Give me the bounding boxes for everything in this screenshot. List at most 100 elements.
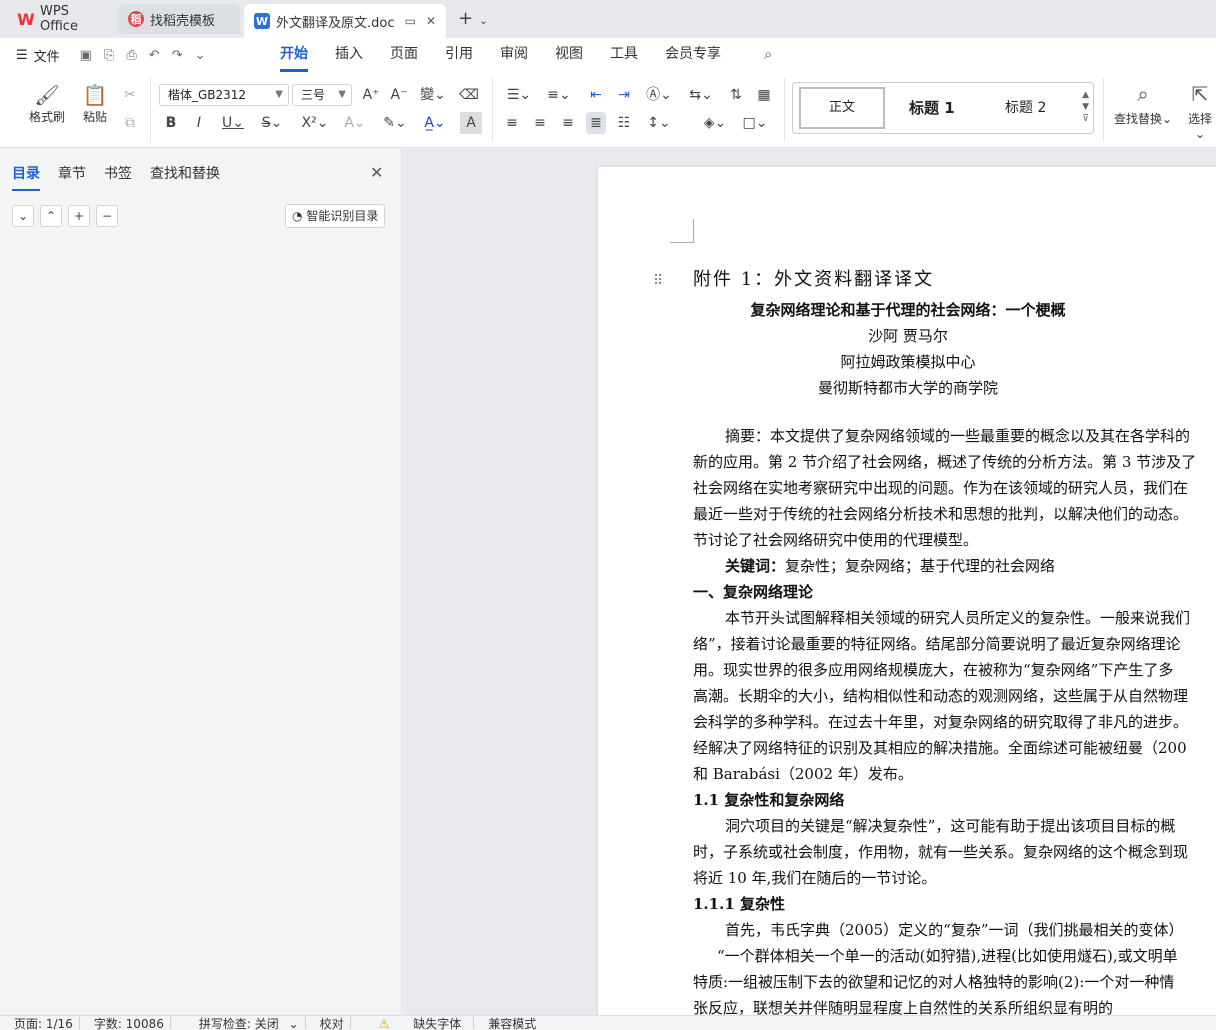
shrink-font-icon[interactable]: A⁻ bbox=[388, 84, 410, 106]
font-name-select[interactable]: 楷体_GB2312 ▼ bbox=[159, 84, 289, 106]
distributed-icon[interactable]: ☷ bbox=[614, 112, 634, 134]
align-left-icon[interactable]: ≡ bbox=[502, 112, 522, 134]
nav-tab-chapters[interactable]: 章节 bbox=[58, 163, 86, 191]
align-right-icon[interactable]: ≡ bbox=[558, 112, 578, 134]
paste-label: 粘贴 bbox=[82, 110, 107, 124]
file-menu[interactable]: ☰ 文件 bbox=[16, 46, 60, 65]
body-line: “一个群体相关一个单一的活动(如狩猎),进程(比如使用燧石),或文明单 bbox=[717, 947, 1178, 965]
styles-scroll[interactable]: ▲ ▼ ⊽ bbox=[1082, 89, 1089, 125]
search-icon[interactable]: ⌕ bbox=[764, 45, 772, 63]
underline-icon[interactable]: U⌄ bbox=[220, 112, 246, 134]
shading-icon[interactable]: ◈⌄ bbox=[700, 112, 730, 134]
document-area: ⠿ 附件 1：外文资料翻译译文 复杂网络理论和基于代理的社会网络：一个梗概 沙阿… bbox=[403, 149, 1216, 1015]
tab-daoke-template[interactable]: 稻 找稻壳模板 bbox=[118, 4, 240, 34]
section-heading: 一、复杂网络理论 bbox=[693, 583, 814, 601]
more-quick-icon[interactable]: ⌄ bbox=[195, 48, 206, 63]
new-tab-button[interactable]: + ⌄ bbox=[458, 8, 488, 29]
text-effect-icon[interactable]: A⌄ bbox=[340, 112, 370, 134]
border-icon[interactable]: □⌄ bbox=[740, 112, 770, 134]
bold-icon[interactable]: B bbox=[162, 112, 180, 134]
nav-tab-find-replace[interactable]: 查找和替换 bbox=[150, 163, 220, 191]
expand-icon[interactable]: ⌃ bbox=[40, 205, 62, 227]
cursor-icon: ⇱ bbox=[1191, 82, 1209, 106]
abstract-line: 节讨论了社会网络研究中使用的代理模型。 bbox=[693, 531, 979, 549]
plus-icon: + bbox=[458, 8, 474, 29]
tab-wps-office[interactable]: W WPS Office bbox=[8, 4, 114, 34]
style-heading-1[interactable]: 标题 1 bbox=[909, 97, 955, 118]
redo-icon[interactable]: ↷ bbox=[172, 48, 183, 63]
style-heading-2[interactable]: 标题 2 bbox=[1005, 97, 1046, 117]
undo-icon[interactable]: ↶ bbox=[149, 48, 160, 63]
tab-document[interactable]: W 外文翻译及原文.doc ▭ ✕ bbox=[244, 4, 446, 38]
style-normal[interactable]: 正文 bbox=[799, 87, 885, 129]
align-center-icon[interactable]: ≡ bbox=[530, 112, 550, 134]
decrease-indent-icon[interactable]: ⇤ bbox=[586, 84, 606, 106]
remove-icon[interactable]: − bbox=[96, 205, 118, 227]
proofread-button[interactable]: 校对 bbox=[320, 1016, 344, 1030]
convert-icon[interactable]: ⇆⌄ bbox=[686, 84, 716, 106]
font-size-value: 三号 bbox=[301, 88, 326, 102]
spell-check-status[interactable]: 拼写检查: 关闭 ⌄ bbox=[185, 1016, 299, 1030]
keywords-line: 关键词：复杂性；复杂网络；基于代理的社会网络 bbox=[693, 553, 1216, 579]
hamburger-icon: ☰ bbox=[16, 47, 28, 63]
increase-indent-icon[interactable]: ⇥ bbox=[614, 84, 634, 106]
missing-font-indicator[interactable]: ⚠ 缺失字体 bbox=[365, 1016, 468, 1030]
nav-tab-bookmarks[interactable]: 书签 bbox=[104, 163, 132, 191]
numbered-list-icon[interactable]: ≡⌄ bbox=[544, 84, 574, 106]
strikethrough-icon[interactable]: S̶⌄ bbox=[258, 112, 286, 134]
close-icon[interactable]: ✕ bbox=[370, 163, 383, 182]
superscript-icon[interactable]: X²⌄ bbox=[300, 112, 330, 134]
highlight-icon[interactable]: ✎⌄ bbox=[380, 112, 410, 134]
document-page[interactable]: ⠿ 附件 1：外文资料翻译译文 复杂网络理论和基于代理的社会网络：一个梗概 沙阿… bbox=[598, 167, 1216, 1015]
menu-tools[interactable]: 工具 bbox=[610, 38, 638, 72]
close-tab-icon[interactable]: ✕ bbox=[426, 14, 436, 28]
font-color-icon[interactable]: A̲⌄ bbox=[420, 112, 450, 134]
clipboard-icon: 📋 bbox=[82, 83, 108, 107]
italic-icon[interactable]: I bbox=[190, 112, 208, 134]
char-shading-icon[interactable]: A bbox=[460, 112, 482, 134]
menu-bar: ☰ 文件 ▣ ⎘ ⎙ ↶ ↷ ⌄ 开始 插入 页面 引用 审阅 视图 工具 会员… bbox=[0, 38, 1216, 72]
menu-insert[interactable]: 插入 bbox=[335, 38, 363, 72]
find-replace-button[interactable]: ⌕ 查找替换⌄ bbox=[1114, 82, 1172, 127]
document-text: 附件 1：外文资料翻译译文 复杂网络理论和基于代理的社会网络：一个梗概 沙阿 贾… bbox=[693, 267, 1216, 1015]
paste-button[interactable]: 📋 粘贴 bbox=[72, 82, 118, 125]
float-window-icon[interactable]: ▭ bbox=[405, 14, 416, 28]
styles-gallery: 正文 标题 1 标题 2 ▲ ▼ ⊽ bbox=[792, 82, 1094, 134]
format-painter-button[interactable]: 🖌 格式刷 bbox=[25, 82, 69, 125]
text-direction-icon[interactable]: Ⓐ⌄ bbox=[644, 84, 674, 106]
sort-icon[interactable]: ⇅ bbox=[726, 84, 746, 106]
copy-icon[interactable]: ⧉ bbox=[120, 112, 140, 134]
menu-page[interactable]: 页面 bbox=[390, 38, 418, 72]
grow-font-icon[interactable]: A⁺ bbox=[360, 84, 382, 106]
smart-icon: ◔ bbox=[292, 209, 303, 223]
clear-format-icon[interactable]: ⌫ bbox=[458, 84, 480, 106]
drag-handle-icon[interactable]: ⠿ bbox=[653, 273, 663, 289]
nav-tab-toc[interactable]: 目录 bbox=[12, 163, 40, 191]
body-line: 高潮。长期伞的大小，结构相似性和动态的观测网络，这些属于从自然物理 bbox=[693, 687, 1189, 705]
share-icon[interactable]: ⎘ bbox=[104, 48, 114, 63]
body-line: 特质:一组被压制下去的欲望和记忆的对人格独特的影响(2):一个对一种情 bbox=[693, 973, 1175, 991]
tab-label: 找稻壳模板 bbox=[150, 13, 216, 29]
collapse-icon[interactable]: ⌄ bbox=[12, 205, 34, 227]
cut-icon[interactable]: ✂ bbox=[120, 84, 140, 106]
print-preview-icon[interactable]: ⎙ bbox=[126, 48, 136, 63]
phonetic-icon[interactable]: 變⌄ bbox=[418, 84, 448, 106]
font-size-select[interactable]: 三号 ▼ bbox=[292, 84, 352, 106]
line-spacing-icon[interactable]: ↕⌄ bbox=[644, 112, 674, 134]
menu-review[interactable]: 审阅 bbox=[500, 38, 528, 72]
smart-toc-button[interactable]: ◔ 智能识别目录 bbox=[285, 204, 386, 228]
table-grid-icon[interactable]: ▦ bbox=[754, 84, 774, 106]
keywords-label: 关键词： bbox=[725, 557, 786, 575]
menu-member[interactable]: 会员专享 bbox=[665, 38, 721, 72]
status-bar: 页面: 1/16 字数: 10086 拼写检查: 关闭 ⌄ 校对 ⚠ 缺失字体 … bbox=[0, 1015, 1216, 1030]
word-count[interactable]: 字数: 10086 bbox=[94, 1016, 164, 1030]
menu-references[interactable]: 引用 bbox=[445, 38, 473, 72]
save-icon[interactable]: ▣ bbox=[80, 48, 92, 63]
justify-icon[interactable]: ≣ bbox=[586, 112, 606, 134]
menu-home[interactable]: 开始 bbox=[280, 38, 308, 72]
bullet-list-icon[interactable]: ☰⌄ bbox=[504, 84, 534, 106]
select-button[interactable]: ⇱ 选择⌄ bbox=[1184, 82, 1216, 141]
page-indicator[interactable]: 页面: 1/16 bbox=[14, 1016, 73, 1030]
menu-view[interactable]: 视图 bbox=[555, 38, 583, 72]
add-icon[interactable]: + bbox=[68, 205, 90, 227]
